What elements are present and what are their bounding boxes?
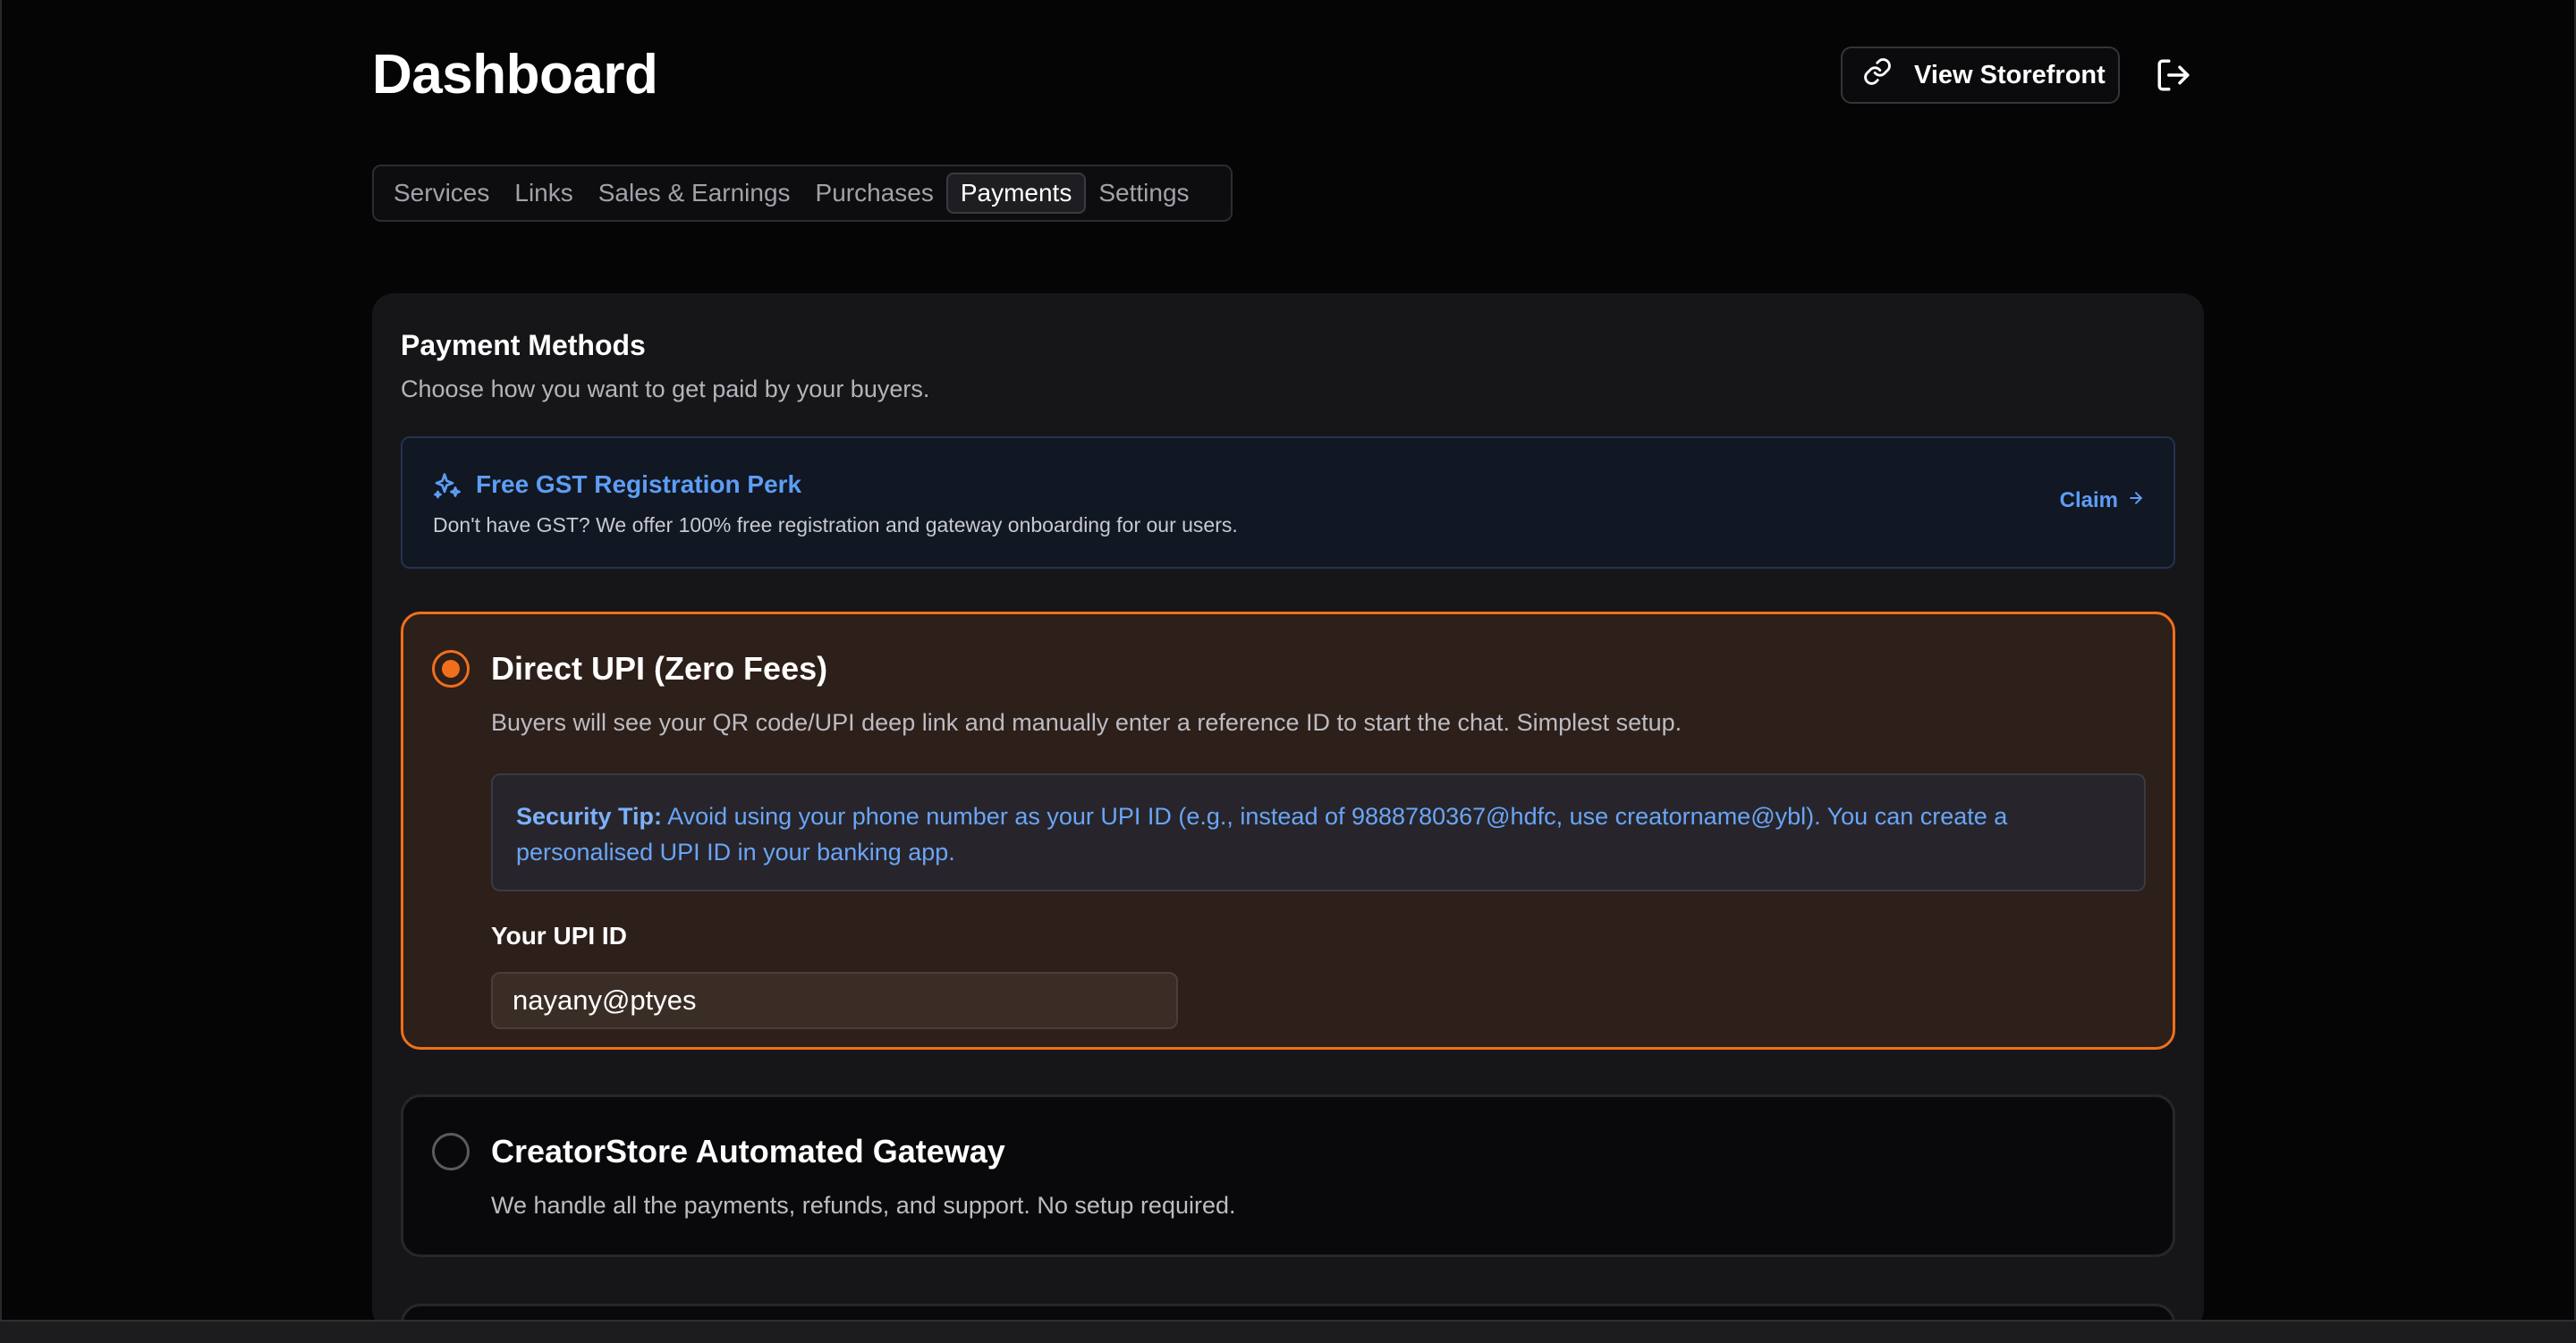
- gst-perk-banner: Free GST Registration Perk Don't have GS…: [401, 436, 2175, 569]
- direct-upi-radio[interactable]: [432, 650, 470, 688]
- view-storefront-label: View Storefront: [1914, 60, 2106, 89]
- dashboard-tabs: Services Links Sales & Earnings Purchase…: [372, 165, 1233, 222]
- payment-methods-title: Payment Methods: [401, 329, 646, 361]
- tab-purchases[interactable]: Purchases: [803, 173, 946, 214]
- page-title: Dashboard: [372, 44, 658, 106]
- payment-option-automated-gateway[interactable]: CreatorStore Automated Gateway We handle…: [401, 1094, 2175, 1257]
- automated-gateway-radio[interactable]: [432, 1133, 470, 1170]
- direct-upi-title: Direct UPI (Zero Fees): [491, 650, 828, 687]
- tab-settings[interactable]: Settings: [1086, 173, 1201, 214]
- automated-gateway-description: We handle all the payments, refunds, and…: [491, 1192, 1236, 1219]
- logout-icon: [2155, 56, 2192, 98]
- arrow-right-icon: [2127, 488, 2145, 513]
- upi-id-input[interactable]: [491, 972, 1178, 1029]
- automated-gateway-title: CreatorStore Automated Gateway: [491, 1133, 1005, 1170]
- security-tip-text: Avoid using your phone number as your UP…: [516, 803, 2008, 866]
- upi-id-label: Your UPI ID: [491, 922, 627, 950]
- direct-upi-description: Buyers will see your QR code/UPI deep li…: [491, 709, 1682, 736]
- payment-methods-panel: Payment Methods Choose how you want to g…: [372, 293, 2204, 1343]
- sparkles-icon: [431, 470, 463, 503]
- window-bottom-edge: [0, 1320, 2576, 1343]
- tab-payments[interactable]: Payments: [945, 173, 1087, 214]
- link-icon: [1862, 56, 1893, 94]
- tab-links[interactable]: Links: [502, 173, 585, 214]
- security-tip-label: Security Tip:: [516, 803, 663, 830]
- payment-methods-subtitle: Choose how you want to get paid by your …: [401, 376, 930, 402]
- claim-perk-link[interactable]: Claim: [2060, 488, 2145, 513]
- payment-option-direct-upi[interactable]: Direct UPI (Zero Fees) Buyers will see y…: [401, 612, 2175, 1050]
- perk-description: Don't have GST? We offer 100% free regis…: [433, 513, 1238, 536]
- logout-button[interactable]: [2152, 55, 2195, 98]
- security-tip: Security Tip: Avoid using your phone num…: [491, 773, 2146, 891]
- view-storefront-button[interactable]: View Storefront: [1841, 46, 2120, 104]
- claim-label: Claim: [2059, 488, 2118, 512]
- tab-sales-earnings[interactable]: Sales & Earnings: [586, 173, 803, 214]
- perk-title: Free GST Registration Perk: [476, 470, 802, 498]
- tab-services[interactable]: Services: [381, 173, 502, 214]
